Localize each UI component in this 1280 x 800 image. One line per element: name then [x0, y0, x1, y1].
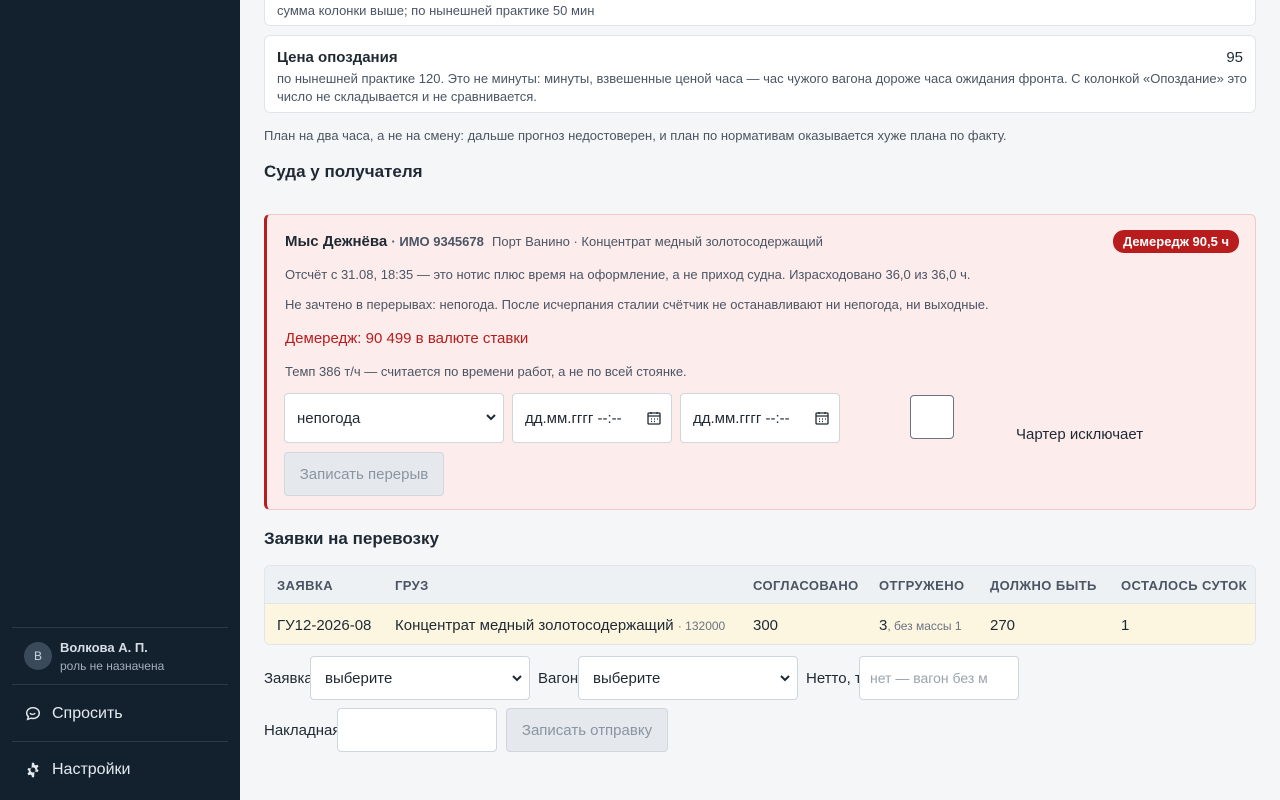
- vessel-header: Мыс Дежнёва · ИМО 9345678 Порт Ванино · …: [285, 233, 823, 250]
- calendar-icon[interactable]: [815, 411, 829, 425]
- vessel-rate-note: Темп 386 т/ч — считается по времени рабо…: [285, 364, 687, 379]
- main-content: сумма колонки выше; по нынешней практике…: [240, 0, 1280, 800]
- net-label: Нетто, т: [806, 670, 859, 687]
- chevron-down-icon: [486, 414, 496, 421]
- order-select[interactable]: выберите: [310, 656, 530, 700]
- charter-excludes-checkbox[interactable]: [910, 395, 954, 439]
- order-label: Заявка: [264, 670, 313, 687]
- cell-order: ГУ12-2026-08: [277, 617, 372, 634]
- break-to-input[interactable]: дд.мм.гггг --:--: [680, 393, 840, 443]
- orders-table: ЗАЯВКА ГРУЗ СОГЛАСОВАНО ОТГРУЖЕНО ДОЛЖНО…: [264, 565, 1256, 645]
- summary-text: сумма колонки выше; по нынешней практике…: [277, 3, 595, 18]
- wagon-select-value: выберите: [593, 669, 661, 687]
- nav-settings[interactable]: Настройки: [12, 742, 228, 798]
- wagon-label: Вагон: [538, 670, 579, 687]
- late-cost-card: Цена опоздания 95 по нынешней практике 1…: [264, 35, 1256, 113]
- nav-ask[interactable]: Спросить: [12, 686, 228, 742]
- table-row[interactable]: ГУ12-2026-08 Концентрат медный золотосод…: [265, 604, 1255, 644]
- col-agreed: СОГЛАСОВАНО: [753, 578, 859, 593]
- waybill-input[interactable]: [337, 708, 497, 752]
- record-break-button[interactable]: Записать перерыв: [284, 452, 444, 496]
- vessel-count-note: Отсчёт с 31.08, 18:35 — это нотис плюс в…: [285, 267, 971, 282]
- user-panel: В Волкова А. П. роль не назначена: [12, 627, 228, 685]
- break-from-input[interactable]: дд.мм.гггг --:--: [512, 393, 672, 443]
- sidebar: В Волкова А. П. роль не назначена Спроси…: [0, 0, 240, 800]
- charter-excludes-label: Чартер исключает: [1016, 426, 1144, 443]
- break-to-placeholder: дд.мм.гггг --:--: [693, 409, 790, 427]
- vessel-card: Мыс Дежнёва · ИМО 9345678 Порт Ванино · …: [264, 214, 1256, 510]
- chat-icon: [25, 706, 41, 721]
- late-cost-title: Цена опоздания: [277, 49, 398, 66]
- waybill-label: Накладная: [264, 722, 341, 739]
- col-shipped: ОТГРУЖЕНО: [879, 578, 965, 593]
- net-placeholder: нет — вагон без м: [870, 670, 988, 686]
- avatar: В: [24, 642, 52, 670]
- vessels-section-title: Суда у получателя: [264, 162, 423, 181]
- chevron-down-icon: [780, 675, 790, 682]
- net-input[interactable]: нет — вагон без м: [859, 656, 1019, 700]
- cell-should-be: 270: [990, 617, 1016, 634]
- late-cost-desc: по нынешней практике 120. Это не минуты:…: [277, 71, 1247, 104]
- user-role: роль не назначена: [60, 659, 165, 673]
- order-select-value: выберите: [325, 669, 393, 687]
- orders-section-title: Заявки на перевозку: [264, 529, 439, 548]
- col-order: ЗАЯВКА: [277, 578, 333, 593]
- nav-settings-label: Настройки: [52, 761, 131, 778]
- late-cost-value: 95: [1226, 49, 1243, 66]
- user-name: Волкова А. П.: [60, 640, 148, 655]
- vessel-breaks-note: Не зачтено в перерывах: непогода. После …: [285, 297, 989, 312]
- cell-days-left: 1: [1121, 617, 1130, 634]
- break-from-placeholder: дд.мм.гггг --:--: [525, 409, 622, 427]
- nav-ask-label: Спросить: [52, 704, 123, 722]
- summary-card: сумма колонки выше; по нынешней практике…: [264, 0, 1256, 26]
- break-type-select[interactable]: непогода: [284, 393, 504, 443]
- shipped-note: , без массы 1: [887, 619, 962, 633]
- gear-icon: [27, 762, 39, 778]
- vessel-imo: · ИМО 9345678: [391, 234, 484, 249]
- calendar-icon[interactable]: [647, 411, 661, 425]
- demurrage-amount: Демередж: 90 499 в валюте ставки: [285, 330, 529, 347]
- cell-agreed: 300: [753, 617, 779, 634]
- demurrage-badge: Демередж 90,5 ч: [1112, 230, 1239, 253]
- cell-cargo: Концентрат медный золотосодержащий · 132…: [395, 617, 725, 634]
- table-header: ЗАЯВКА ГРУЗ СОГЛАСОВАНО ОТГРУЖЕНО ДОЛЖНО…: [265, 566, 1255, 604]
- vessel-port-cargo: Порт Ванино · Концентрат медный золотосо…: [492, 234, 823, 249]
- col-cargo: ГРУЗ: [395, 578, 429, 593]
- chevron-down-icon: [512, 675, 522, 682]
- cargo-code: · 132000: [677, 619, 726, 633]
- cell-shipped: 3, без массы 1: [879, 617, 962, 634]
- cargo-name: Концентрат медный золотосодержащий: [395, 617, 674, 634]
- submit-shipment-button[interactable]: Записать отправку: [506, 708, 668, 752]
- col-days-left: ОСТАЛОСЬ СУТОК: [1121, 578, 1247, 593]
- break-type-value: непогода: [297, 409, 361, 427]
- vessel-name: Мыс Дежнёва: [285, 233, 388, 250]
- col-should-be: ДОЛЖНО БЫТЬ: [990, 578, 1097, 593]
- wagon-select[interactable]: выберите: [578, 656, 798, 700]
- plan-note: План на два часа, а не на смену: дальше …: [264, 128, 1007, 143]
